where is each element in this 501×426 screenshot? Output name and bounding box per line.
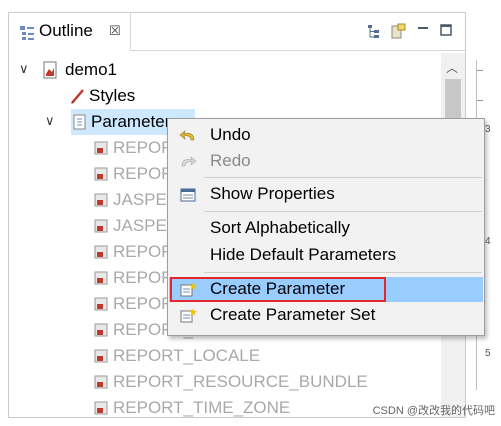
tree-node-label: demo1 bbox=[65, 60, 117, 79]
menu-item-sort-alphabetically[interactable]: Sort Alphabetically bbox=[169, 216, 483, 241]
view-menu-icon[interactable] bbox=[389, 23, 407, 41]
tree-node-label: REPORT_TIME_ZONE bbox=[113, 398, 291, 417]
tab-outline[interactable]: Outline ☒ bbox=[9, 13, 131, 51]
chevron-down-icon[interactable]: ∨ bbox=[45, 113, 59, 129]
menu-item-label: Create Parameter Set bbox=[210, 305, 376, 324]
tree-node-label: REPORT_RESOURCE_BUNDLE bbox=[113, 372, 368, 391]
outline-icon bbox=[20, 26, 34, 40]
tree-node-label: REPOR bbox=[113, 242, 174, 261]
undo-icon bbox=[179, 130, 195, 141]
tree-node-label: Parameters bbox=[91, 112, 179, 131]
parameter-icon bbox=[94, 219, 108, 233]
menu-item-label: Show Properties bbox=[210, 184, 335, 203]
menu-item-label: Undo bbox=[210, 125, 251, 144]
tree-node-parameter[interactable]: REPORT_LOCALE bbox=[9, 343, 441, 369]
parameter-icon bbox=[94, 167, 108, 181]
parameter-icon bbox=[94, 245, 108, 259]
menu-item-label: Sort Alphabetically bbox=[210, 218, 350, 237]
tree-node-parameter[interactable]: REPORT_RESOURCE_BUNDLE bbox=[9, 369, 441, 395]
ruler-mark: 5 bbox=[485, 348, 491, 359]
tree-toggle-icon[interactable] bbox=[365, 23, 383, 41]
parameter-icon bbox=[94, 401, 108, 415]
parameter-icon bbox=[94, 297, 108, 311]
view-tabbar: Outline ☒ bbox=[9, 13, 465, 51]
parameter-icon bbox=[94, 271, 108, 285]
parameter-icon bbox=[94, 193, 108, 207]
parameter-icon bbox=[94, 141, 108, 155]
ruler-tick bbox=[477, 100, 483, 101]
close-icon[interactable]: ☒ bbox=[109, 23, 121, 39]
tree-node-label: REPORT_LOCALE bbox=[113, 346, 261, 365]
properties-icon bbox=[180, 188, 196, 202]
tree-node-label: REPOR bbox=[113, 164, 174, 183]
context-menu: Undo Redo Show Properties Sort Alphabeti… bbox=[167, 118, 485, 336]
highlight-annotation-box bbox=[170, 277, 386, 302]
report-icon bbox=[43, 61, 57, 79]
menu-item-undo[interactable]: Undo bbox=[169, 123, 483, 148]
chevron-down-icon[interactable]: ∨ bbox=[19, 61, 33, 77]
maximize-icon[interactable] bbox=[437, 23, 455, 41]
parameter-icon bbox=[94, 349, 108, 363]
minimize-icon[interactable] bbox=[414, 23, 432, 41]
menu-item-create-parameter-set[interactable]: Create Parameter Set bbox=[169, 303, 483, 328]
watermark: CSDN @改改我的代码吧 bbox=[372, 405, 495, 417]
redo-icon bbox=[181, 156, 197, 167]
brush-icon bbox=[71, 89, 84, 104]
tree-node-label: Styles bbox=[89, 86, 136, 105]
menu-separator bbox=[204, 211, 482, 212]
menu-item-label: Redo bbox=[210, 151, 251, 170]
tree-node-label: REPOR bbox=[113, 268, 174, 287]
ruler-mark: 4 bbox=[485, 236, 491, 247]
tab-outline-label: Outline bbox=[39, 21, 93, 40]
parameters-folder-icon bbox=[73, 114, 86, 130]
tree-node-label: REPOR bbox=[113, 294, 174, 313]
new-parameter-set-icon bbox=[180, 308, 197, 323]
scroll-up-icon[interactable]: ︿ bbox=[446, 59, 458, 76]
menu-item-redo[interactable]: Redo bbox=[169, 149, 483, 174]
menu-separator bbox=[204, 177, 482, 178]
ruler-mark: 3 bbox=[485, 124, 491, 135]
menu-item-show-properties[interactable]: Show Properties bbox=[169, 182, 483, 207]
tree-node-styles[interactable]: Styles bbox=[9, 83, 441, 109]
tree-node-root[interactable]: ∨ demo1 bbox=[9, 57, 441, 83]
parameter-icon bbox=[94, 323, 108, 337]
parameter-icon bbox=[94, 375, 108, 389]
tree-node-label: REPOR bbox=[113, 138, 174, 157]
ruler-tick bbox=[477, 70, 483, 71]
menu-separator bbox=[204, 272, 482, 273]
menu-item-hide-default-parameters[interactable]: Hide Default Parameters bbox=[169, 243, 483, 268]
menu-item-label: Hide Default Parameters bbox=[210, 245, 397, 264]
